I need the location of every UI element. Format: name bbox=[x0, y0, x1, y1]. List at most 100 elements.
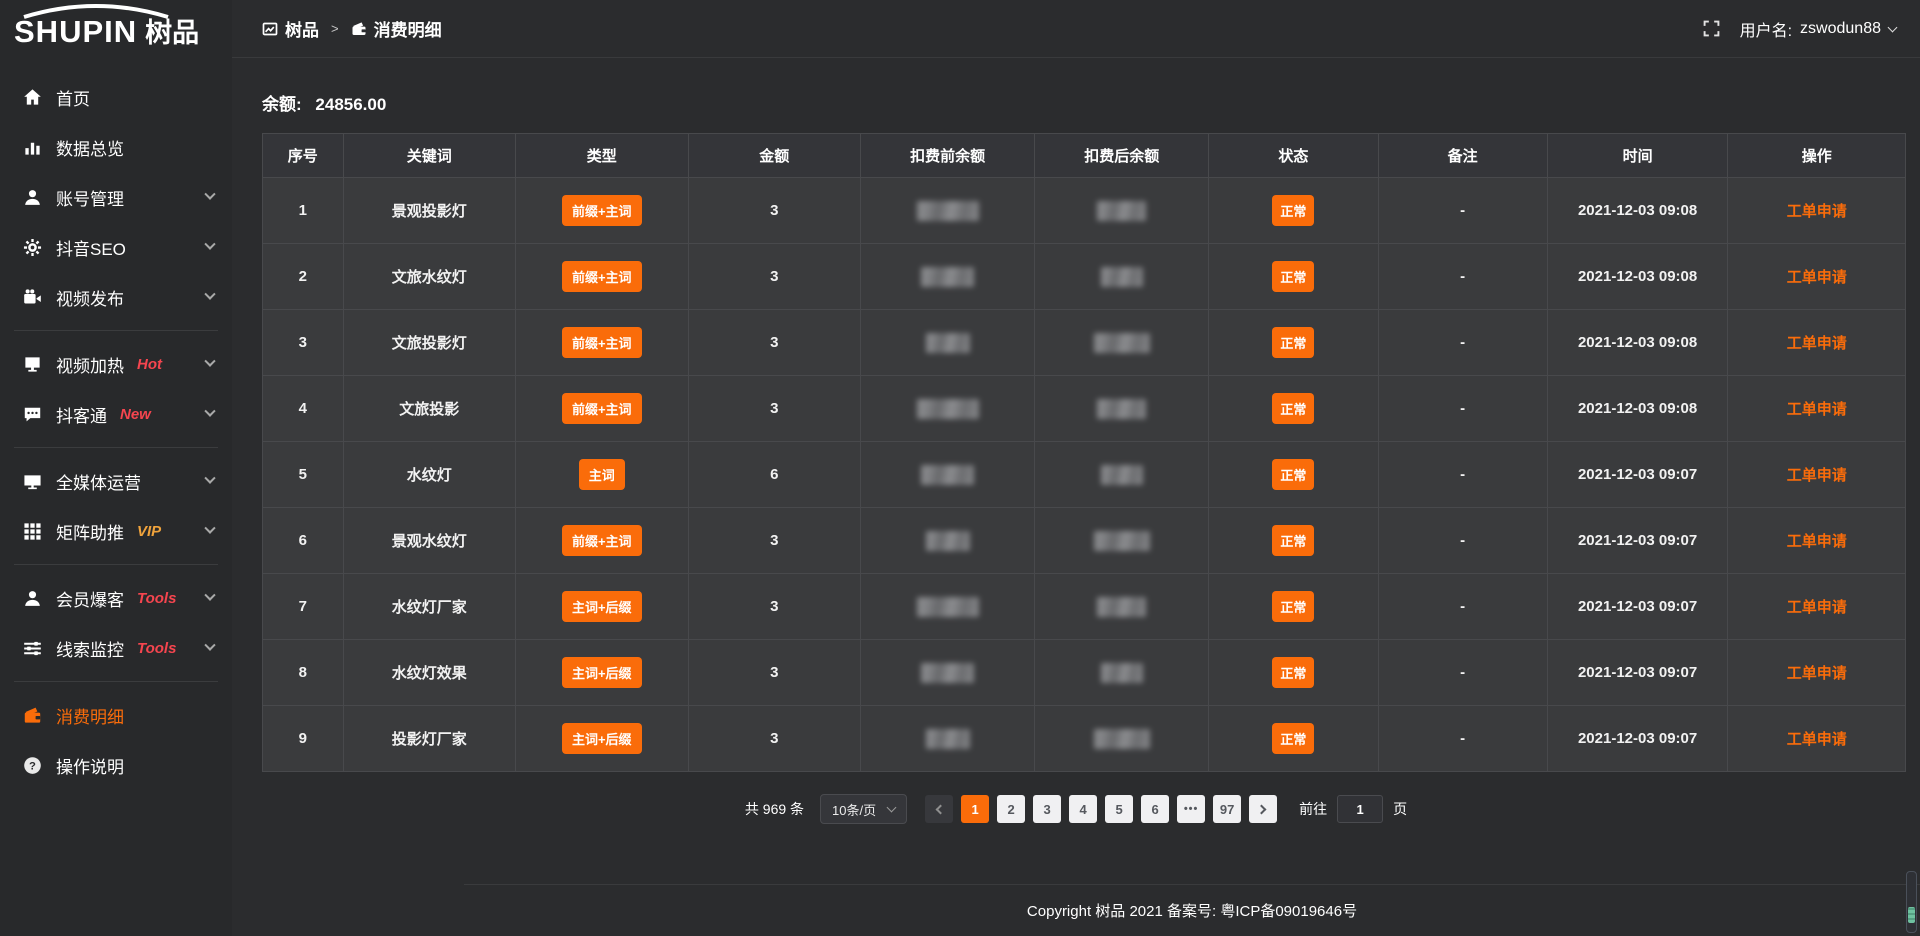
type-badge: 前缀+主词 bbox=[562, 327, 642, 358]
sidebar-divider bbox=[14, 564, 218, 565]
work-order-link[interactable]: 工单申请 bbox=[1787, 665, 1847, 682]
goto-page-input[interactable] bbox=[1337, 795, 1383, 823]
page-button-97[interactable]: 97 bbox=[1213, 795, 1241, 823]
balance-before-cell bbox=[861, 376, 1035, 442]
column-header: 关键词 bbox=[343, 134, 516, 178]
chart-icon bbox=[22, 137, 42, 157]
redacted-value bbox=[1094, 333, 1150, 353]
next-page-button[interactable] bbox=[1249, 795, 1277, 823]
fullscreen-icon[interactable] bbox=[1703, 20, 1720, 37]
sidebar-item-member-baoke[interactable]: 会员爆客Tools bbox=[0, 573, 232, 623]
sidebar-item-operation-guide[interactable]: ?操作说明 bbox=[0, 740, 232, 790]
status-badge: 正常 bbox=[1272, 657, 1314, 688]
user-label: 用户名: bbox=[1740, 17, 1792, 41]
work-order-link[interactable]: 工单申请 bbox=[1787, 401, 1847, 418]
page-size-select[interactable]: 10条/页 bbox=[820, 794, 907, 824]
logo[interactable]: SHUPIN 树品 bbox=[0, 0, 232, 58]
time-cell: 2021-12-03 09:08 bbox=[1547, 376, 1728, 442]
scrollbar-thumb[interactable] bbox=[1908, 907, 1915, 923]
balance-after-cell bbox=[1035, 178, 1209, 244]
amount-cell: 3 bbox=[688, 640, 861, 706]
remark-cell: - bbox=[1378, 706, 1547, 772]
site-image-icon bbox=[262, 21, 278, 37]
time-cell: 2021-12-03 09:08 bbox=[1547, 178, 1728, 244]
sidebar-item-label: 消费明细 bbox=[56, 703, 124, 728]
keyword-cell: 文旅水纹灯 bbox=[343, 244, 516, 310]
redacted-value bbox=[917, 201, 979, 221]
sidebar-item-home[interactable]: 首页 bbox=[0, 72, 232, 122]
balance-before-cell bbox=[861, 574, 1035, 640]
page-more-button[interactable]: ••• bbox=[1177, 795, 1205, 823]
type-cell: 主词+后缀 bbox=[516, 706, 689, 772]
status-cell: 正常 bbox=[1209, 706, 1378, 772]
sidebar-item-douketong[interactable]: 抖客通New bbox=[0, 389, 232, 439]
type-cell: 主词+后缀 bbox=[516, 640, 689, 706]
breadcrumb-item-site[interactable]: 树品 bbox=[262, 16, 319, 41]
topbar: 树品 > 消费明细 用户名: zswodun88 bbox=[232, 0, 1920, 58]
keyword-cell: 水纹灯厂家 bbox=[343, 574, 516, 640]
sidebar-divider bbox=[14, 447, 218, 448]
redacted-value bbox=[917, 597, 979, 617]
table-row: 1景观投影灯前缀+主词3正常-2021-12-03 09:08工单申请 bbox=[263, 178, 1906, 244]
page-button-4[interactable]: 4 bbox=[1069, 795, 1097, 823]
sidebar-item-label: 首页 bbox=[56, 85, 90, 110]
redacted-value bbox=[921, 465, 974, 485]
scrollbar[interactable] bbox=[1906, 871, 1917, 933]
redacted-value bbox=[1094, 729, 1150, 749]
sidebar-item-consume-detail[interactable]: 消费明细 bbox=[0, 690, 232, 740]
amount-cell: 3 bbox=[688, 178, 861, 244]
work-order-link[interactable]: 工单申请 bbox=[1787, 203, 1847, 220]
amount-cell: 3 bbox=[688, 574, 861, 640]
page-button-1[interactable]: 1 bbox=[961, 795, 989, 823]
sidebar-item-matrix-boost[interactable]: 矩阵助推VIP bbox=[0, 506, 232, 556]
redacted-value bbox=[917, 399, 979, 419]
page-button-5[interactable]: 5 bbox=[1105, 795, 1133, 823]
work-order-link[interactable]: 工单申请 bbox=[1787, 533, 1847, 550]
keyword-cell: 景观水纹灯 bbox=[343, 508, 516, 574]
status-cell: 正常 bbox=[1209, 640, 1378, 706]
prev-page-button[interactable] bbox=[925, 795, 953, 823]
sidebar-item-label: 数据总览 bbox=[56, 135, 124, 160]
chevron-down-icon bbox=[204, 590, 215, 601]
column-header: 状态 bbox=[1209, 134, 1378, 178]
remark-cell: - bbox=[1378, 442, 1547, 508]
page-button-2[interactable]: 2 bbox=[997, 795, 1025, 823]
sidebar-item-douyin-seo[interactable]: 抖音SEO bbox=[0, 222, 232, 272]
work-order-link[interactable]: 工单申请 bbox=[1787, 731, 1847, 748]
balance-label: 余额: bbox=[262, 95, 302, 114]
balance-after-cell bbox=[1035, 508, 1209, 574]
sidebar-item-clue-monitor[interactable]: 线索监控Tools bbox=[0, 623, 232, 673]
sidebar-item-video-heat[interactable]: 视频加热Hot bbox=[0, 339, 232, 389]
sidebar-item-video-publish[interactable]: 视频发布 bbox=[0, 272, 232, 322]
no-cell: 5 bbox=[263, 442, 344, 508]
sidebar-item-tag: New bbox=[120, 406, 151, 423]
sidebar-item-label: 抖音SEO bbox=[56, 235, 126, 260]
logo-arc bbox=[16, 3, 176, 19]
user-menu[interactable]: 用户名: zswodun88 bbox=[1740, 17, 1896, 41]
page-button-6[interactable]: 6 bbox=[1141, 795, 1169, 823]
chevron-down-icon bbox=[204, 473, 215, 484]
work-order-link[interactable]: 工单申请 bbox=[1787, 269, 1847, 286]
work-order-link[interactable]: 工单申请 bbox=[1787, 467, 1847, 484]
work-order-link[interactable]: 工单申请 bbox=[1787, 599, 1847, 616]
chevron-left-icon bbox=[936, 804, 946, 814]
keyword-cell: 投影灯厂家 bbox=[343, 706, 516, 772]
sidebar-item-account-management[interactable]: 账号管理 bbox=[0, 172, 232, 222]
status-cell: 正常 bbox=[1209, 508, 1378, 574]
breadcrumb-item-page[interactable]: 消费明细 bbox=[351, 16, 442, 41]
chevron-down-icon bbox=[204, 239, 215, 250]
redacted-value bbox=[1097, 201, 1146, 221]
balance-before-cell bbox=[861, 244, 1035, 310]
page-button-3[interactable]: 3 bbox=[1033, 795, 1061, 823]
remark-cell: - bbox=[1378, 376, 1547, 442]
type-cell: 前缀+主词 bbox=[516, 376, 689, 442]
no-cell: 3 bbox=[263, 310, 344, 376]
work-order-link[interactable]: 工单申请 bbox=[1787, 335, 1847, 352]
chevron-down-icon bbox=[204, 356, 215, 367]
sidebar-item-data-overview[interactable]: 数据总览 bbox=[0, 122, 232, 172]
gear-icon bbox=[22, 237, 42, 257]
breadcrumb-label: 消费明细 bbox=[374, 16, 442, 41]
sidebar-item-media-operation[interactable]: 全媒体运营 bbox=[0, 456, 232, 506]
table-row: 4文旅投影前缀+主词3正常-2021-12-03 09:08工单申请 bbox=[263, 376, 1906, 442]
column-header: 金额 bbox=[688, 134, 861, 178]
